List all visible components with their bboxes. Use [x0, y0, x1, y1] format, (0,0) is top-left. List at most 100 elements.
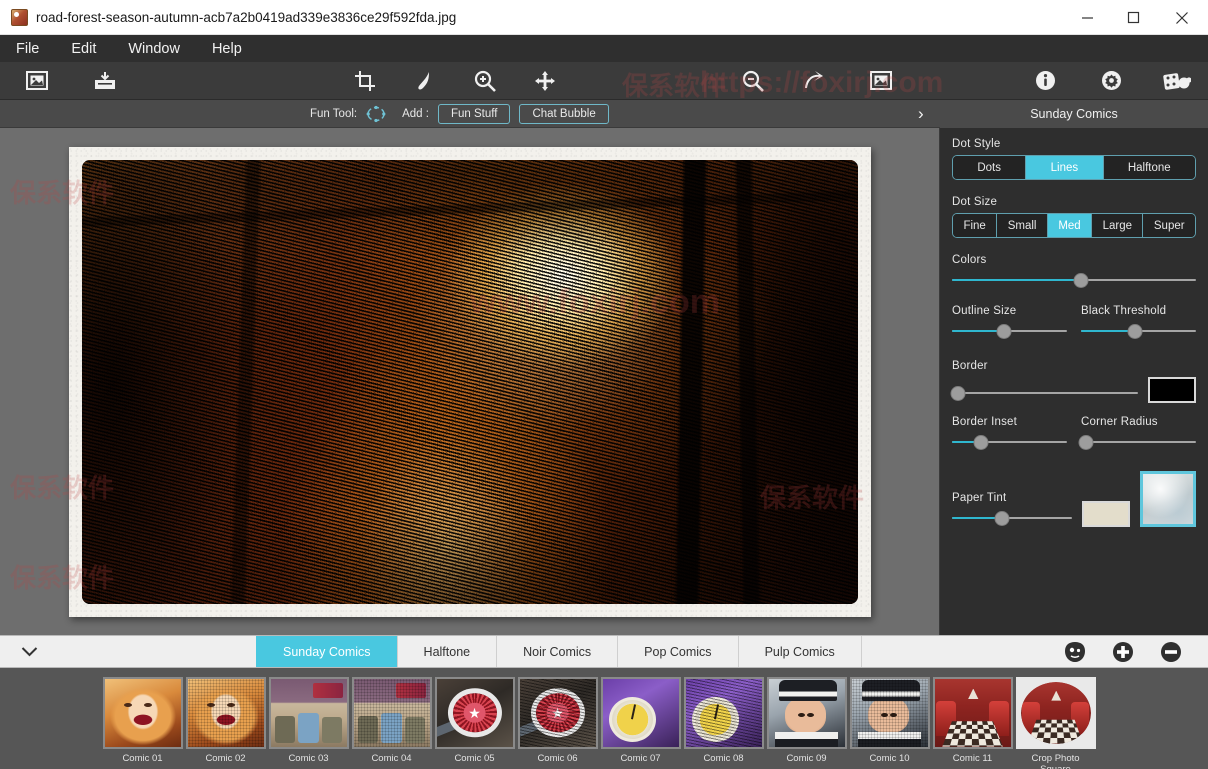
dot-style-option-dots[interactable]: Dots	[953, 156, 1026, 179]
thumbnail-crop-photo-square[interactable]	[1016, 677, 1096, 749]
outline-size-slider-knob[interactable]	[996, 324, 1011, 339]
colors-slider[interactable]	[952, 271, 1196, 289]
black-threshold-slider-knob[interactable]	[1128, 324, 1143, 339]
list-item[interactable]: ★ Comic 06	[516, 677, 599, 765]
thumbnail-comic-01[interactable]	[103, 677, 183, 749]
fun-stuff-button[interactable]: Fun Stuff	[438, 104, 510, 124]
list-item[interactable]: Comic 03	[267, 677, 350, 765]
thumbnail-comic-04[interactable]	[352, 677, 432, 749]
paper-tint-group: Paper Tint	[952, 471, 1196, 527]
paper-tint-slider[interactable]	[952, 509, 1072, 527]
border-slider-knob[interactable]	[950, 386, 965, 401]
thumbnail-filmstrip[interactable]: Comic 01 Comic 02 Comic 03 Comic 04 ★ Co…	[0, 668, 1208, 769]
colors-slider-group: Colors	[952, 254, 1196, 289]
menu-window[interactable]: Window	[128, 41, 180, 57]
dot-size-option-super[interactable]: Super	[1143, 214, 1195, 237]
list-item[interactable]: Comic 01	[101, 677, 184, 765]
mask-icon[interactable]	[1064, 641, 1086, 663]
tab-halftone[interactable]: Halftone	[397, 636, 497, 667]
move-icon[interactable]	[526, 66, 564, 96]
dot-style-option-halftone[interactable]: Halftone	[1104, 156, 1196, 179]
tab-pulp-comics[interactable]: Pulp Comics	[738, 636, 861, 667]
canvas-area[interactable]: www.foxirj.com 保系软件 保系软件 保系软件 保系软件	[0, 128, 940, 635]
crop-icon[interactable]	[346, 66, 384, 96]
border-slider[interactable]	[952, 384, 1138, 402]
colors-slider-fill	[952, 279, 1081, 281]
list-item[interactable]: ★ Comic 05	[433, 677, 516, 765]
expand-panel-chevron[interactable]: ›	[918, 104, 924, 124]
chat-bubble-button[interactable]: Chat Bubble	[519, 104, 608, 124]
chevron-down-icon[interactable]	[0, 636, 58, 667]
paper-texture-preview[interactable]	[1140, 471, 1196, 527]
outline-size-slider[interactable]	[952, 322, 1067, 340]
menu-file[interactable]: File	[16, 41, 39, 57]
edited-photo[interactable]	[82, 160, 858, 604]
list-item[interactable]: Comic 04	[350, 677, 433, 765]
remove-preset-icon[interactable]	[1160, 641, 1182, 663]
effects-icon[interactable]	[1158, 66, 1196, 96]
border-inset-slider[interactable]	[952, 433, 1067, 451]
border-label: Border	[952, 360, 1196, 372]
thumbnail-comic-10[interactable]	[850, 677, 930, 749]
thumbnail-comic-07[interactable]	[601, 677, 681, 749]
border-inset-slider-knob[interactable]	[973, 435, 988, 450]
dot-size-option-large[interactable]: Large	[1092, 214, 1143, 237]
compare-image-icon[interactable]	[862, 66, 900, 96]
photo-frame	[69, 147, 871, 617]
info-icon[interactable]	[1026, 66, 1064, 96]
list-item[interactable]: Comic 07	[599, 677, 682, 765]
menu-edit[interactable]: Edit	[71, 41, 96, 57]
save-image-icon[interactable]	[86, 66, 124, 96]
dot-size-option-med[interactable]: Med	[1048, 214, 1092, 237]
tab-pop-comics[interactable]: Pop Comics	[617, 636, 737, 667]
minimize-button[interactable]	[1064, 0, 1110, 35]
corner-radius-slider[interactable]	[1081, 433, 1196, 451]
thumbnail-comic-02[interactable]	[186, 677, 266, 749]
close-button[interactable]	[1156, 0, 1208, 35]
thumbnail-comic-08[interactable]	[684, 677, 764, 749]
list-item[interactable]: Comic 11	[931, 677, 1014, 765]
corner-radius-label: Corner Radius	[1081, 416, 1196, 428]
gear-icon[interactable]	[1092, 66, 1130, 96]
open-image-icon[interactable]	[18, 66, 56, 96]
dot-style-option-lines[interactable]: Lines	[1026, 156, 1103, 179]
redo-icon[interactable]	[794, 66, 832, 96]
thumbnail-art	[769, 679, 845, 747]
watermark-cn-top: 保系软件	[622, 66, 726, 103]
thumbnail-label: Comic 11	[953, 754, 992, 765]
corner-radius-group: Corner Radius	[1081, 416, 1196, 451]
app-icon	[11, 9, 28, 26]
list-item[interactable]: Comic 09	[765, 677, 848, 765]
fun-tool-icon[interactable]	[366, 104, 386, 124]
thumbnail-comic-03[interactable]	[269, 677, 349, 749]
zoom-in-icon[interactable]	[466, 66, 504, 96]
border-color-swatch[interactable]	[1148, 377, 1196, 403]
thumbnail-comic-06[interactable]: ★	[518, 677, 598, 749]
list-item[interactable]: Comic 10	[848, 677, 931, 765]
thumbnail-comic-11[interactable]	[933, 677, 1013, 749]
tab-sunday-comics[interactable]: Sunday Comics	[256, 636, 397, 667]
paper-tint-color-swatch[interactable]	[1082, 501, 1130, 527]
dot-size-option-small[interactable]: Small	[997, 214, 1048, 237]
thumbnail-comic-05[interactable]: ★	[435, 677, 515, 749]
list-item[interactable]: Comic 08	[682, 677, 765, 765]
add-preset-icon[interactable]	[1112, 641, 1134, 663]
menu-help[interactable]: Help	[212, 41, 242, 57]
border-row	[952, 377, 1196, 403]
thumbnail-label: Comic 02	[205, 754, 245, 765]
colors-slider-knob[interactable]	[1074, 273, 1089, 288]
corner-radius-slider-knob[interactable]	[1078, 435, 1093, 450]
tab-noir-comics[interactable]: Noir Comics	[496, 636, 617, 667]
thumbnail-art: ★	[520, 679, 596, 747]
thumbnail-comic-09[interactable]	[767, 677, 847, 749]
thumbnail-label: Comic 08	[703, 754, 743, 765]
maximize-button[interactable]	[1110, 0, 1156, 35]
paper-tint-slider-knob[interactable]	[995, 511, 1010, 526]
brush-icon[interactable]	[406, 66, 444, 96]
black-threshold-slider[interactable]	[1081, 322, 1196, 340]
zoom-out-icon[interactable]	[734, 66, 772, 96]
outline-size-label: Outline Size	[952, 305, 1067, 317]
list-item[interactable]: Crop Photo Square	[1014, 677, 1097, 769]
dot-size-option-fine[interactable]: Fine	[953, 214, 997, 237]
list-item[interactable]: Comic 02	[184, 677, 267, 765]
